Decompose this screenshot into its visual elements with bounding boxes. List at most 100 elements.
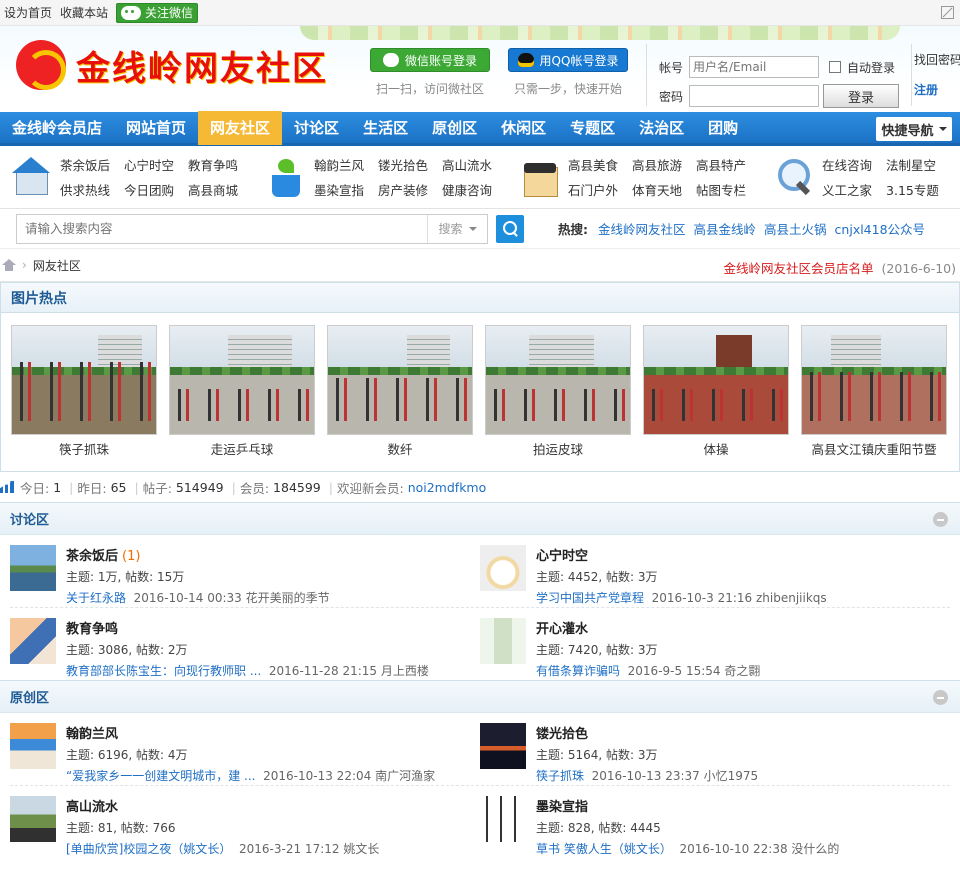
forum-name[interactable]: 高山流水 xyxy=(66,800,118,815)
newest-member-link[interactable]: noi2mdfkmo xyxy=(408,480,487,495)
picture-caption[interactable]: 数纤 xyxy=(327,439,473,458)
account-input[interactable] xyxy=(689,56,819,78)
last-post-link[interactable]: 学习中国共产党章程 xyxy=(536,591,644,605)
expand-icon[interactable] xyxy=(941,6,954,19)
photo-thumbnail[interactable] xyxy=(327,325,473,435)
forum-thumbnail[interactable] xyxy=(480,796,526,842)
picture-caption[interactable]: 拍运皮球 xyxy=(485,439,631,458)
forum-name[interactable]: 教育争鸣 xyxy=(66,622,118,637)
notice-link[interactable]: 金线岭网友社区会员店名单 xyxy=(724,261,874,276)
search-button[interactable] xyxy=(496,214,524,243)
hot-search-link[interactable]: 高县金线岭 xyxy=(694,219,757,238)
category-link[interactable]: 体育天地 xyxy=(632,180,682,199)
nav-item-groupbuy[interactable]: 团购 xyxy=(696,111,750,145)
forum-thumbnail[interactable] xyxy=(10,618,56,664)
forum-thumbnail[interactable] xyxy=(10,545,56,591)
category-link[interactable]: 今日团购 xyxy=(124,180,174,199)
category-link[interactable]: 法制星空 xyxy=(886,155,939,174)
category-link[interactable]: 供求热线 xyxy=(60,180,110,199)
picture-caption[interactable]: 走运乒乓球 xyxy=(169,439,315,458)
checkbox-box[interactable] xyxy=(829,61,841,73)
nav-item-leisure[interactable]: 休闲区 xyxy=(489,111,558,145)
nav-item-life[interactable]: 生活区 xyxy=(351,111,420,145)
home-icon[interactable] xyxy=(2,259,16,271)
photo-thumbnail[interactable] xyxy=(485,325,631,435)
category-link[interactable]: 高县商城 xyxy=(188,180,238,199)
category-link[interactable]: 镂光拾色 xyxy=(378,155,428,174)
last-post-link[interactable]: 草书 笑傲人生（姚文长） xyxy=(536,842,672,856)
section-title[interactable]: 讨论区 xyxy=(0,503,960,535)
category-link[interactable]: 在线咨询 xyxy=(822,155,872,174)
picture-item[interactable]: 数纤 xyxy=(327,325,473,458)
photo-thumbnail[interactable] xyxy=(643,325,789,435)
nav-item-home[interactable]: 网站首页 xyxy=(114,111,198,145)
forum-name[interactable]: 镂光拾色 xyxy=(536,727,588,742)
login-button[interactable]: 登录 xyxy=(823,84,899,108)
category-link[interactable]: 健康咨询 xyxy=(442,180,492,199)
picture-caption[interactable]: 体操 xyxy=(643,439,789,458)
photo-thumbnail[interactable] xyxy=(801,325,947,435)
nav-item-community[interactable]: 网友社区 xyxy=(198,110,283,145)
picture-item[interactable]: 高县文江镇庆重阳节暨 xyxy=(801,325,947,458)
category-link[interactable]: 石门户外 xyxy=(568,180,618,199)
follow-wechat-button[interactable]: 关注微信 xyxy=(116,2,199,23)
category-link[interactable]: 3.15专题 xyxy=(886,180,939,199)
forum-thumbnail[interactable] xyxy=(480,545,526,591)
search-input[interactable] xyxy=(17,214,427,243)
forum-name[interactable]: 翰韵兰风 xyxy=(66,727,118,742)
forum-name[interactable]: 开心灌水 xyxy=(536,622,588,637)
nav-item-member-store[interactable]: 金线岭会员店 xyxy=(0,111,114,145)
collapse-icon[interactable] xyxy=(933,690,948,705)
qq-login-button[interactable]: 用QQ帐号登录 xyxy=(508,48,628,72)
photo-thumbnail[interactable] xyxy=(11,325,157,435)
breadcrumb-current[interactable]: 网友社区 xyxy=(33,257,81,274)
category-link[interactable]: 翰韵兰风 xyxy=(314,155,364,174)
last-post-link[interactable]: “爱我家乡一一创建文明城市，建 ... xyxy=(66,769,255,783)
forum-name[interactable]: 墨染宣指 xyxy=(536,800,588,815)
forum-thumbnail[interactable] xyxy=(480,723,526,769)
last-post-link[interactable]: 筷子抓珠 xyxy=(536,769,584,783)
forum-thumbnail[interactable] xyxy=(480,618,526,664)
category-link[interactable]: 教育争鸣 xyxy=(188,155,238,174)
auto-login-checkbox[interactable]: 自动登录 xyxy=(829,59,895,76)
forgot-password-link[interactable]: 找回密码 xyxy=(914,44,960,74)
last-post-link[interactable]: 教育部部长陈宝生：向现行教师职 ... xyxy=(66,664,261,678)
section-title[interactable]: 原创区 xyxy=(0,681,960,713)
nav-item-law[interactable]: 法治区 xyxy=(627,111,696,145)
hot-search-link[interactable]: cnjxl418公众号 xyxy=(835,219,926,238)
forum-name[interactable]: 心宁时空 xyxy=(536,549,588,564)
search-type-select[interactable]: 搜索 xyxy=(427,214,487,243)
site-logo[interactable]: 金线岭网友社区 xyxy=(16,40,328,90)
wechat-login-button[interactable]: 微信账号登录 xyxy=(370,48,490,72)
password-input[interactable] xyxy=(689,85,819,107)
register-link[interactable]: 注册 xyxy=(914,74,960,104)
category-link[interactable]: 茶余饭后 xyxy=(60,155,110,174)
set-homepage-link[interactable]: 设为首页 xyxy=(4,4,52,21)
picture-item[interactable]: 筷子抓珠 xyxy=(11,325,157,458)
category-link[interactable]: 墨染宣指 xyxy=(314,180,364,199)
last-post-link[interactable]: [单曲欣赏]校园之夜（姚文长） xyxy=(66,842,231,856)
category-link[interactable]: 心宁时空 xyxy=(124,155,174,174)
last-post-link[interactable]: 有借条算诈骗吗 xyxy=(536,664,620,678)
quick-nav-dropdown[interactable]: 快捷导航 xyxy=(876,117,952,141)
picture-item[interactable]: 体操 xyxy=(643,325,789,458)
category-link[interactable]: 高县旅游 xyxy=(632,155,682,174)
picture-caption[interactable]: 筷子抓珠 xyxy=(11,439,157,458)
category-link[interactable]: 帖图专栏 xyxy=(696,180,746,199)
forum-thumbnail[interactable] xyxy=(10,796,56,842)
nav-item-original[interactable]: 原创区 xyxy=(420,111,489,145)
category-link[interactable]: 高山流水 xyxy=(442,155,492,174)
photo-thumbnail[interactable] xyxy=(169,325,315,435)
forum-name[interactable]: 茶余饭后 xyxy=(66,549,118,564)
hot-search-link[interactable]: 金线岭网友社区 xyxy=(598,219,686,238)
picture-item[interactable]: 走运乒乓球 xyxy=(169,325,315,458)
category-link[interactable]: 义工之家 xyxy=(822,180,872,199)
nav-item-discussion[interactable]: 讨论区 xyxy=(282,111,351,145)
collapse-icon[interactable] xyxy=(933,512,948,527)
bookmark-link[interactable]: 收藏本站 xyxy=(60,4,108,21)
category-link[interactable]: 高县特产 xyxy=(696,155,746,174)
forum-thumbnail[interactable] xyxy=(10,723,56,769)
category-link[interactable]: 高县美食 xyxy=(568,155,618,174)
category-link[interactable]: 房产装修 xyxy=(378,180,428,199)
last-post-link[interactable]: 关于红永路 xyxy=(66,591,126,605)
